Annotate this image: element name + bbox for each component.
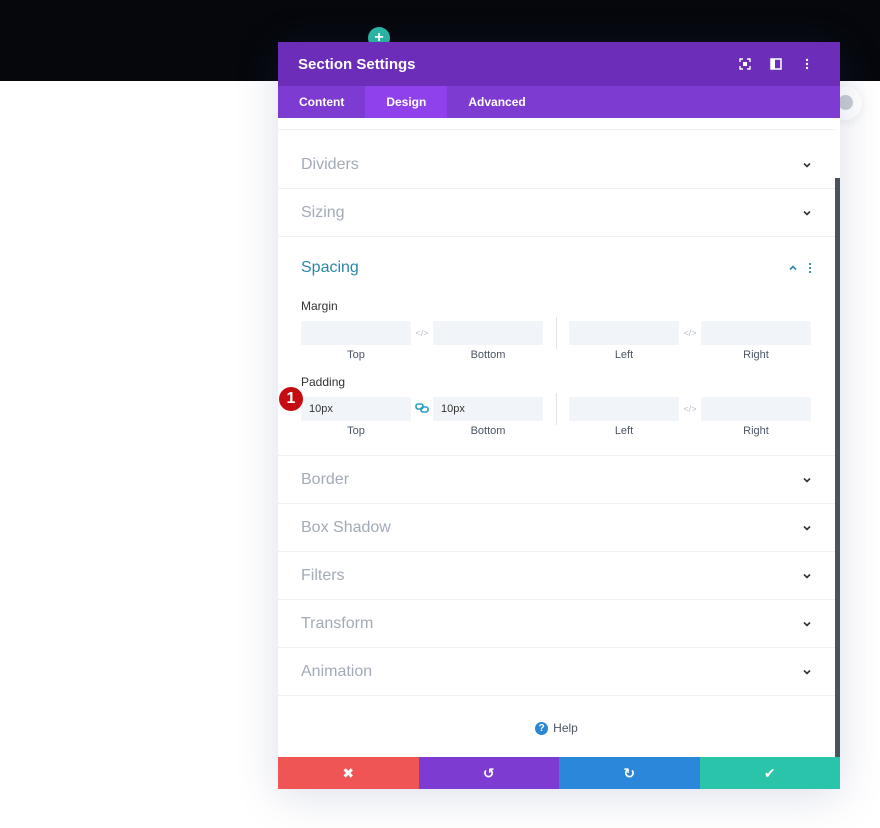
help-label: Help [553,721,578,735]
chevron-up-icon[interactable] [788,263,798,273]
sublabel-right: Right [743,425,769,437]
close-icon: ✖ [342,764,355,781]
sublabel-left: Left [614,425,634,437]
margin-row: </> </> [301,317,812,349]
margin-bottom-input[interactable] [433,321,543,345]
section-transform[interactable]: Transform [278,600,835,648]
section-settings-modal: Section Settings Content Design Advanced… [278,42,840,789]
modal-footer: ✖ ↺ ↻ ✔ [278,757,840,789]
section-spacing: Spacing Margin </> </> Top Bottom Left R… [278,237,835,456]
section-title: Spacing [301,259,359,276]
sublabel-right: Right [743,349,769,361]
section-sizing[interactable]: Sizing [278,189,835,237]
chevron-down-icon [803,573,811,579]
chevron-down-icon [803,669,811,675]
chevron-down-icon [803,162,811,168]
padding-bottom-input[interactable]: 10px [433,397,543,421]
padding-top-input[interactable]: 10px [301,397,411,421]
save-button[interactable]: ✔ [699,757,840,789]
settings-body: Dividers Sizing Spacing Margin </> </> T… [278,118,840,757]
redo-button[interactable]: ↻ [559,757,700,789]
section-filters[interactable]: Filters [278,552,835,600]
scrollbar[interactable] [835,178,840,757]
section-title: Filters [301,566,345,584]
padding-row: 10px 10px </> [301,393,812,425]
undo-button[interactable]: ↺ [418,757,559,789]
spacing-header[interactable]: Spacing [301,237,812,299]
redo-icon: ↻ [623,764,636,781]
modal-header[interactable]: Section Settings [278,42,840,86]
margin-top-input[interactable] [301,321,411,345]
help-link[interactable]: ? Help [278,696,835,757]
sublabel-bottom: Bottom [470,349,506,361]
chevron-down-icon [803,525,811,531]
section-title: Sizing [301,203,345,221]
padding-sublabels: Top Bottom Left Right [301,421,812,447]
discard-button[interactable]: ✖ [278,757,419,789]
link-icon[interactable]: </> [679,328,701,338]
link-active-icon[interactable] [411,403,433,415]
sublabel-bottom: Bottom [470,425,506,437]
modal-title: Section Settings [298,55,416,73]
link-icon[interactable]: </> [679,404,701,414]
more-vertical-icon[interactable] [808,262,812,274]
link-icon[interactable]: </> [411,328,433,338]
section-title: Dividers [301,156,359,173]
chevron-down-icon [803,477,811,483]
margin-left-input[interactable] [569,321,679,345]
undo-icon: ↺ [482,764,495,781]
section-border[interactable]: Border [278,456,835,504]
sublabel-left: Left [614,349,634,361]
section-title: Border [301,470,350,488]
section-animation[interactable]: Animation [278,648,835,696]
section-box-shadow[interactable]: Box Shadow [278,504,835,552]
padding-left-input[interactable] [569,397,679,421]
margin-sublabels: Top Bottom Left Right [301,345,812,371]
sublabel-top: Top [347,425,365,437]
check-icon: ✔ [763,764,776,781]
margin-right-input[interactable] [701,321,811,345]
globe-icon [838,95,853,110]
fullscreen-icon[interactable] [732,54,758,74]
step-badge: 1 [279,387,303,411]
padding-right-input[interactable] [701,397,811,421]
section-title: Box Shadow [301,518,391,536]
section-title: Transform [301,614,374,632]
tab-bar: Content Design Advanced [278,86,840,118]
help-icon: ? [535,721,549,735]
tab-content[interactable]: Content [278,86,365,118]
split-view-icon[interactable] [763,54,789,74]
chevron-down-icon [803,210,811,216]
tab-design[interactable]: Design [365,86,448,118]
sublabel-top: Top [347,349,365,361]
section-title: Animation [301,662,373,680]
tab-advanced[interactable]: Advanced [447,86,546,118]
more-vertical-icon[interactable] [794,54,820,74]
section-dividers[interactable]: Dividers [278,129,835,189]
chevron-down-icon [803,621,811,627]
